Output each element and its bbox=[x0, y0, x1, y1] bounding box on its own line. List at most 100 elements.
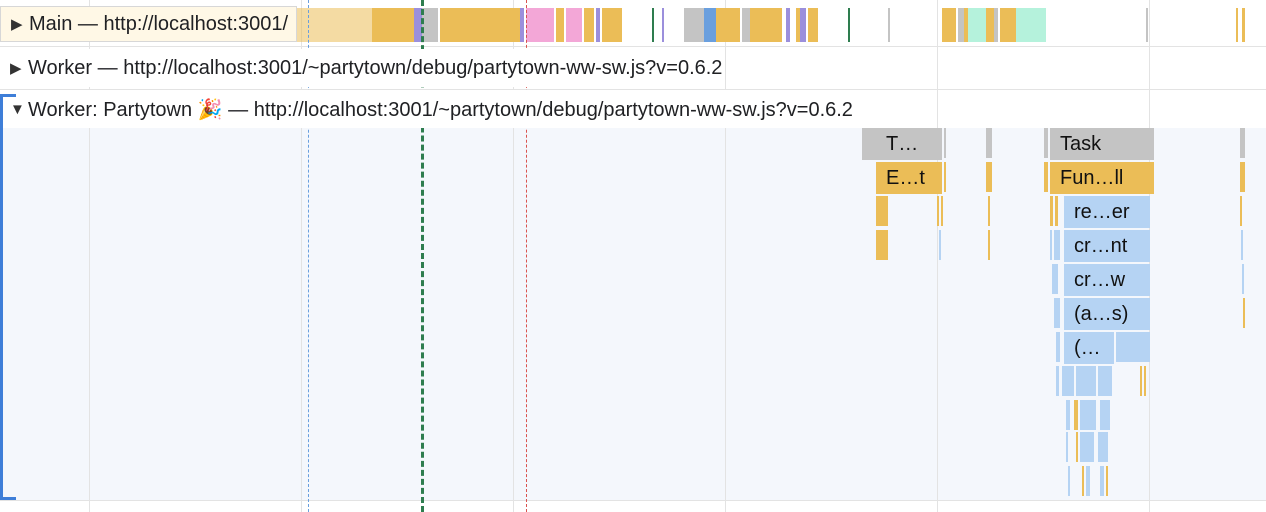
main-activity-bar bbox=[1146, 8, 1148, 42]
js-sliver bbox=[1080, 400, 1096, 430]
worker-track-header[interactable]: ▶ Worker — http://localhost:3001/~partyt… bbox=[0, 49, 723, 87]
partytown-track-row[interactable]: ▼ Worker: Partytown 🎉 — http://localhost… bbox=[0, 90, 1266, 128]
js-sliver bbox=[1068, 466, 1070, 496]
script-sliver bbox=[876, 230, 888, 260]
js-sliver bbox=[1050, 230, 1052, 260]
task-block[interactable]: T… bbox=[876, 128, 942, 160]
main-activity-bar bbox=[422, 8, 438, 42]
event-block[interactable]: E…t bbox=[876, 162, 942, 194]
cr-w-label: cr…w bbox=[1074, 269, 1126, 291]
event-sliver bbox=[944, 162, 946, 192]
js-sliver bbox=[1240, 196, 1242, 226]
anon-block[interactable]: (… bbox=[1064, 332, 1114, 364]
re-er-label: re…er bbox=[1074, 201, 1130, 223]
track-divider bbox=[0, 500, 1266, 501]
event-sliver bbox=[1044, 162, 1048, 192]
worker-track-row[interactable]: ▶ Worker — http://localhost:3001/~partyt… bbox=[0, 47, 1266, 89]
main-activity-bar bbox=[716, 8, 740, 42]
script-sliver bbox=[988, 230, 990, 260]
js-sliver bbox=[1050, 196, 1053, 226]
main-activity-bar bbox=[602, 8, 622, 42]
js-sliver bbox=[1100, 400, 1110, 430]
cr-w-block[interactable]: cr…w bbox=[1064, 264, 1150, 296]
task-block[interactable]: Task bbox=[1050, 128, 1154, 160]
main-activity-bar bbox=[566, 8, 582, 42]
event-sliver bbox=[986, 162, 992, 192]
main-activity-bar bbox=[684, 8, 704, 42]
js-sliver bbox=[1074, 400, 1078, 430]
main-activity-bar bbox=[596, 8, 600, 42]
task-label: Task bbox=[1060, 133, 1102, 155]
js-sliver bbox=[1144, 366, 1146, 396]
js-sliver bbox=[1056, 366, 1059, 396]
function-call-label: Fun…ll bbox=[1060, 167, 1124, 189]
js-sliver bbox=[1054, 230, 1060, 260]
task-block[interactable] bbox=[862, 128, 876, 160]
main-activity-bar bbox=[704, 8, 716, 42]
main-activity-bar bbox=[808, 8, 818, 42]
task-sliver bbox=[986, 128, 992, 158]
script-sliver bbox=[941, 196, 943, 226]
js-sliver bbox=[1082, 466, 1084, 496]
worker-track-title: Worker — http://localhost:3001/~partytow… bbox=[28, 56, 723, 79]
main-activity-bar bbox=[652, 8, 654, 42]
js-sliver bbox=[1055, 196, 1058, 226]
grid-line bbox=[725, 0, 726, 512]
js-sliver bbox=[1054, 298, 1060, 328]
js-sliver bbox=[1098, 432, 1108, 462]
partytown-track-title: Worker: Partytown 🎉 — http://localhost:3… bbox=[28, 98, 853, 121]
main-track-header[interactable]: ▶ Main — http://localhost:3001/ bbox=[0, 6, 298, 42]
task-sliver bbox=[944, 128, 946, 158]
main-activity-bar bbox=[742, 8, 750, 42]
main-activity-bar bbox=[1000, 8, 1016, 42]
main-activity-bar bbox=[942, 8, 956, 42]
js-sliver bbox=[1241, 230, 1243, 260]
main-activity-bar bbox=[786, 8, 790, 42]
function-call-block[interactable]: Fun…ll bbox=[1050, 162, 1154, 194]
grid-line bbox=[937, 0, 938, 512]
main-activity-bar bbox=[1236, 8, 1238, 42]
main-activity-bar bbox=[994, 8, 998, 42]
main-activity-bar bbox=[440, 8, 520, 42]
js-sliver bbox=[1066, 400, 1070, 430]
task-sliver bbox=[1044, 128, 1048, 158]
main-activity-bar bbox=[584, 8, 594, 42]
cr-nt-label: cr…nt bbox=[1074, 235, 1128, 257]
js-sliver bbox=[1098, 366, 1112, 396]
main-activity-bar bbox=[800, 8, 806, 42]
triangle-right-icon[interactable]: ▶ bbox=[11, 15, 29, 33]
js-sliver bbox=[1242, 264, 1244, 294]
main-activity-bar bbox=[848, 8, 850, 42]
anon-s-label: (a…s) bbox=[1074, 303, 1129, 325]
triangle-right-icon[interactable]: ▶ bbox=[10, 59, 28, 77]
js-sliver bbox=[1106, 466, 1108, 496]
js-sliver bbox=[1100, 466, 1104, 496]
main-activity-bar bbox=[888, 8, 890, 42]
anon-label: (… bbox=[1074, 337, 1101, 359]
task-label: T… bbox=[886, 133, 919, 155]
event-label: E…t bbox=[886, 167, 925, 189]
partytown-track-header[interactable]: ▼ Worker: Partytown 🎉 — http://localhost… bbox=[0, 90, 853, 128]
js-sliver bbox=[1076, 366, 1096, 396]
anon-s-block[interactable]: (a…s) bbox=[1064, 298, 1150, 330]
main-activity-bar bbox=[556, 8, 564, 42]
re-er-block[interactable]: re…er bbox=[1064, 196, 1150, 228]
main-activity-bar bbox=[1016, 8, 1046, 42]
js-sliver bbox=[1116, 332, 1150, 362]
main-activity-bar bbox=[526, 8, 554, 42]
main-track-row[interactable]: ▶ Main — http://localhost:3001/ bbox=[0, 0, 1266, 46]
js-sliver bbox=[1056, 332, 1060, 362]
main-activity-bar bbox=[372, 8, 414, 42]
main-activity-bar bbox=[520, 8, 524, 42]
main-activity-bar bbox=[968, 8, 986, 42]
js-sliver bbox=[1080, 432, 1094, 462]
main-activity-bar bbox=[1242, 8, 1245, 42]
task-sliver bbox=[1240, 128, 1245, 158]
cr-nt-block[interactable]: cr…nt bbox=[1064, 230, 1150, 262]
event-sliver bbox=[1240, 162, 1245, 192]
script-sliver bbox=[876, 196, 888, 226]
track-divider bbox=[0, 46, 1266, 47]
script-sliver bbox=[937, 196, 939, 226]
main-activity-bar bbox=[986, 8, 994, 42]
script-sliver bbox=[939, 230, 941, 260]
